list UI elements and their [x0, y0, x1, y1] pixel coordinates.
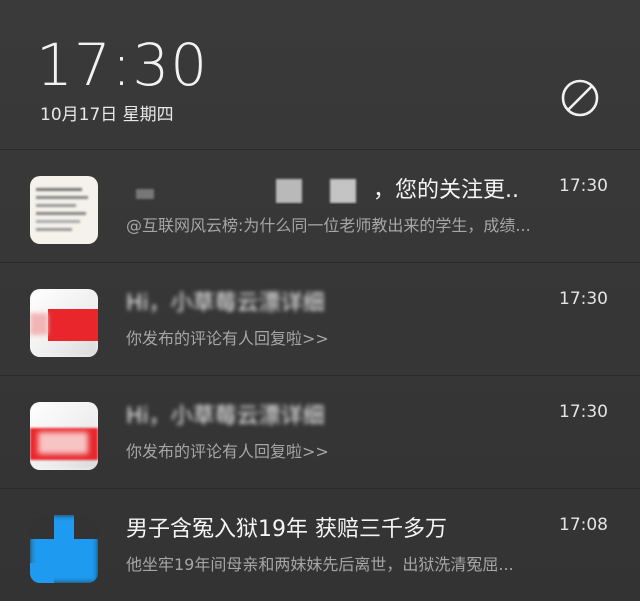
notification-text: 他坐牢19年间母亲和两妹妹先后离世，出狱洗清冤屈...	[126, 555, 514, 574]
notification-text: @互联网风云榜:为什么同一位老师教出来的学生，成绩...	[126, 216, 531, 235]
notification-title: ，您的关注更..	[126, 172, 546, 204]
video-app-icon	[30, 289, 98, 357]
notification-time: 17:08	[559, 515, 608, 535]
news-app-icon	[30, 515, 98, 583]
notification-title: Hi，小草莓云漂详细	[126, 291, 325, 316]
notification-time: 17:30	[559, 289, 608, 309]
notification-time: 17:30	[559, 176, 608, 196]
notification-text: 你发布的评论有人回复啦>>	[126, 442, 329, 461]
redacted-title-part	[126, 179, 356, 203]
notification-title: Hi，小草莓云漂详细	[126, 404, 325, 429]
notification-item[interactable]: Hi，小草莓云漂详细 17:30 你发布的评论有人回复啦>>	[0, 263, 640, 375]
video-app-icon	[30, 402, 98, 470]
notification-item[interactable]: Hi，小草莓云漂详细 17:30 你发布的评论有人回复啦>>	[0, 376, 640, 488]
news-app-icon	[30, 176, 98, 244]
notification-title: 男子含冤入狱19年 获赔三千多万	[126, 517, 447, 542]
lockscreen-header: 17:30 10月17日 星期四	[0, 0, 640, 150]
notification-text: 你发布的评论有人回复啦>>	[126, 329, 329, 348]
notification-item[interactable]: 男子含冤入狱19年 获赔三千多万 17:08 他坐牢19年间母亲和两妹妹先后离世…	[0, 489, 640, 601]
clock-date: 10月17日 星期四	[40, 105, 174, 125]
notification-item[interactable]: ，您的关注更.. 17:30 @互联网风云榜:为什么同一位老师教出来的学生，成绩…	[0, 150, 640, 262]
do-not-disturb-icon[interactable]	[560, 78, 600, 118]
notification-time: 17:30	[559, 402, 608, 422]
clock-time: 17:30	[36, 31, 209, 99]
